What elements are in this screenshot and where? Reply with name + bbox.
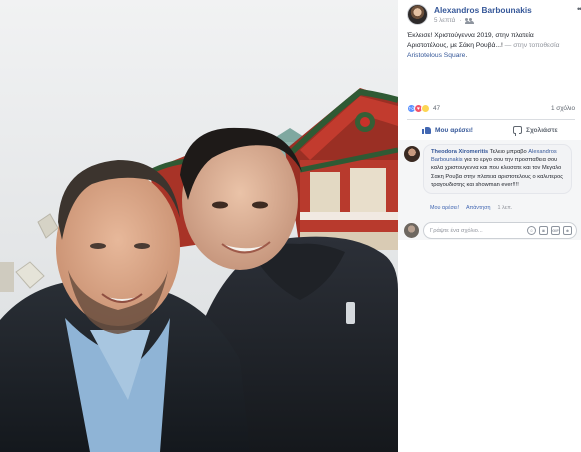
divider (407, 119, 575, 120)
reaction-count[interactable]: 47 (433, 105, 440, 112)
like-button[interactable]: Μου αρέσει! (422, 122, 473, 138)
post-time[interactable]: 5 λεπτά (434, 17, 455, 24)
comment-label: Σχολιάστε (526, 126, 558, 134)
current-user-avatar (404, 223, 419, 238)
location-link[interactable]: Aristotelous Square (407, 52, 465, 59)
reactions-summary: 👍︎ ♥ 47 1 σχόλιο (407, 104, 575, 116)
gif-icon[interactable]: GIF (551, 226, 560, 235)
ellipsis-icon[interactable]: ••• (577, 5, 581, 14)
comment-actions: Μου αρέσει! Απάντηση 1 λεπ. (430, 205, 512, 211)
reaction-icons[interactable]: 👍︎ ♥ 47 (407, 104, 440, 113)
author-avatar[interactable] (407, 4, 428, 25)
comment-like-link[interactable]: Μου αρέσει! (430, 205, 459, 211)
sticker-icon[interactable]: ☻ (563, 226, 572, 235)
comment-bubble: Theodora Xiromeritis Τελειο μπραβο Alexa… (423, 144, 572, 195)
comment-time[interactable]: 1 λεπ. (497, 205, 512, 211)
wow-reaction-icon (421, 104, 430, 113)
comment-input[interactable]: Γράψτε ένα σχόλιο... ☺ ◙ GIF ☻ (423, 222, 577, 239)
comment-reply-link[interactable]: Απάντηση (466, 205, 491, 211)
comment-count[interactable]: 1 σχόλιο (551, 105, 575, 112)
comment-button[interactable]: Σχολιάστε (513, 122, 558, 138)
comment-input-placeholder: Γράψτε ένα σχόλιο... (430, 228, 483, 234)
author-name[interactable]: Alexandros Barbounakis (434, 5, 532, 15)
selfie-photo-illustration (0, 0, 398, 452)
comment-bubble-icon (513, 126, 522, 136)
commenter-name[interactable]: Theodora Xiromeritis (431, 149, 488, 155)
comments-section: Theodora Xiromeritis Τελειο μπραβο Alexa… (398, 140, 581, 240)
friends-icon[interactable] (465, 17, 475, 24)
comment-text-start: Τελειο μπραβο (488, 149, 529, 155)
post-details-pane: Alexandros Barbounakis 5 λεπτά · ••• Έκλ… (398, 0, 581, 452)
thumbs-up-icon (422, 126, 431, 134)
post-photo[interactable] (0, 0, 398, 452)
comment-composer: Γράψτε ένα σχόλιο... ☺ ◙ GIF ☻ (404, 222, 577, 240)
post-text: Έκλεισε! Χριστούγεννα 2019, στην πλατεία… (407, 31, 575, 61)
action-bar: Μου αρέσει! Σχολιάστε (407, 122, 575, 138)
camera-icon[interactable]: ◙ (539, 226, 548, 235)
post-header: Alexandros Barbounakis 5 λεπτά · ••• (407, 3, 581, 25)
composer-tools: ☺ ◙ GIF ☻ (527, 226, 572, 235)
like-label: Μου αρέσει! (435, 126, 473, 134)
post-meta: 5 λεπτά · (434, 17, 475, 24)
location-suffix: . (465, 52, 468, 59)
emoji-icon[interactable]: ☺ (527, 226, 536, 235)
location-prefix: — στην τοποθεσία (502, 42, 560, 49)
commenter-avatar[interactable] (404, 146, 420, 162)
